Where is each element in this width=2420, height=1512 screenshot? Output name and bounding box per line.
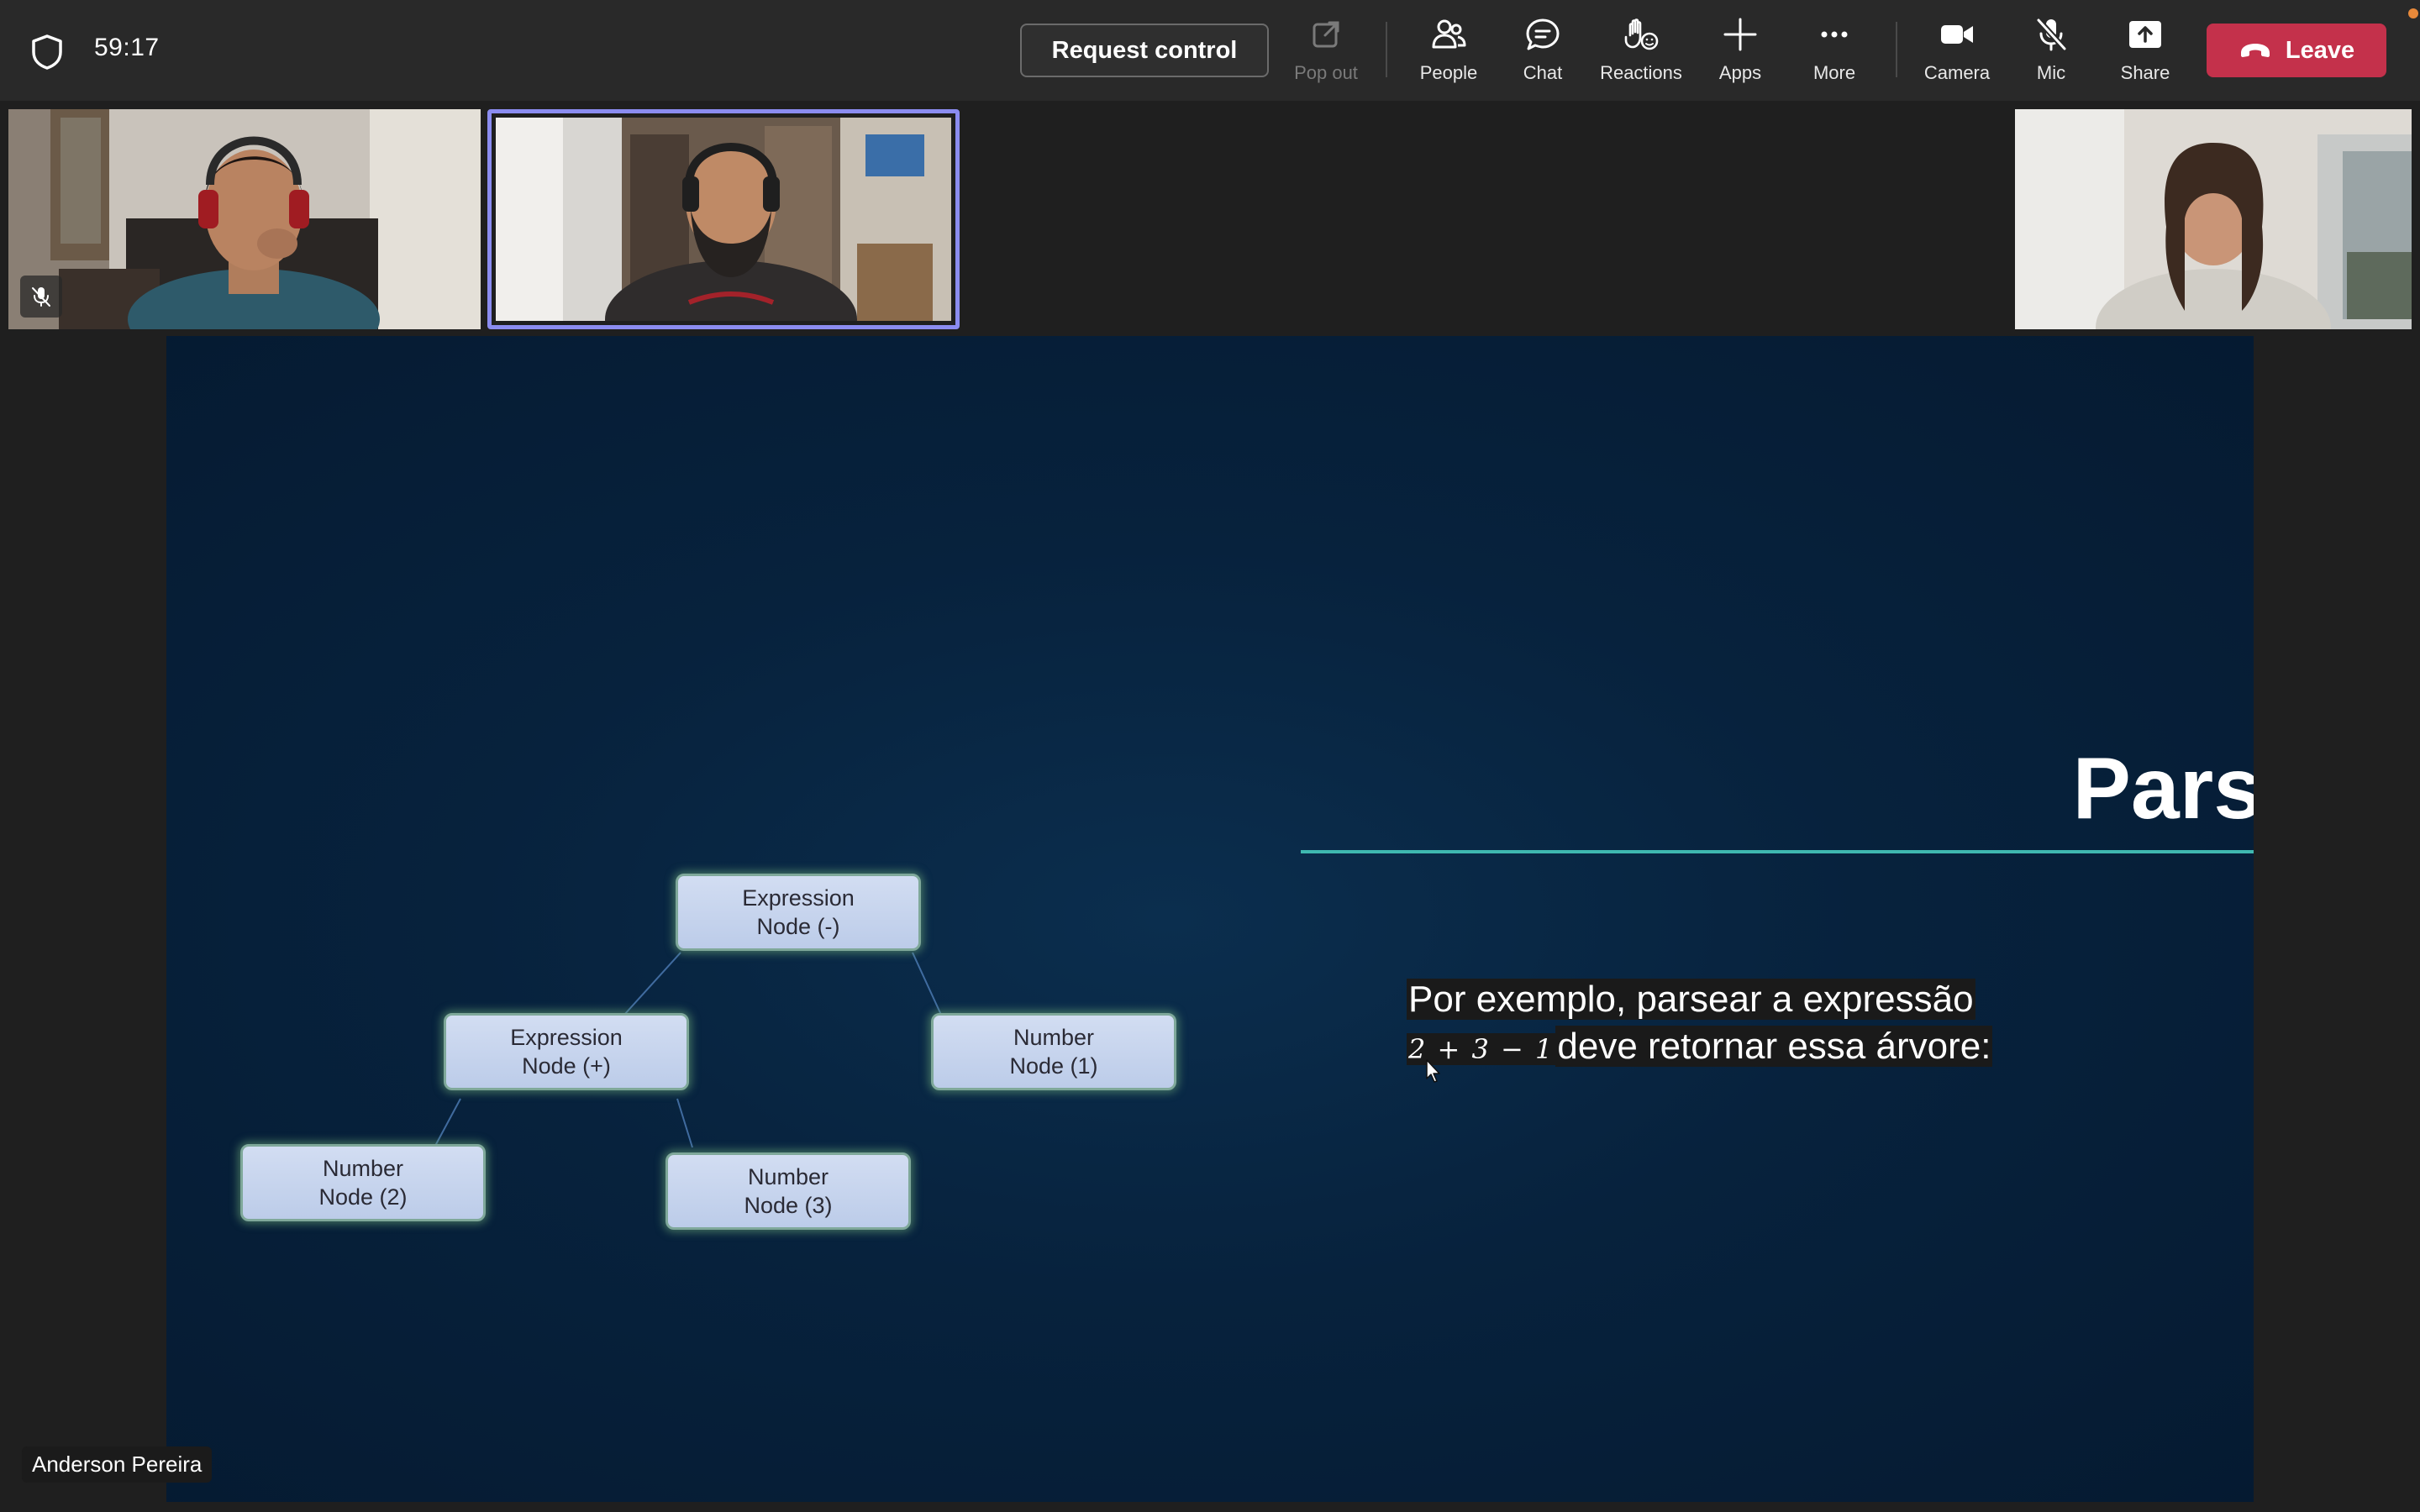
chat-label: Chat	[1523, 62, 1563, 83]
chat-button[interactable]: Chat	[1497, 15, 1589, 91]
participant-video-tile[interactable]	[8, 109, 481, 329]
share-icon	[2129, 21, 2161, 48]
participant-muted-badge	[20, 276, 62, 318]
more-button[interactable]: More	[1788, 15, 1881, 91]
more-icon	[1821, 31, 1848, 38]
mic-button[interactable]: Mic	[2005, 15, 2097, 91]
tree-node-number-2: Number Node (2)	[240, 1144, 486, 1221]
people-button[interactable]: People	[1402, 15, 1495, 91]
node-label: Expression	[742, 885, 855, 911]
node-sublabel: Node (3)	[744, 1193, 833, 1218]
people-icon	[1432, 19, 1466, 49]
toolbar-divider	[1386, 22, 1387, 77]
phone-hangup-icon	[2240, 44, 2270, 57]
node-label: Number	[322, 1156, 404, 1181]
shared-screen[interactable]: Parsing Por exemplo, parsear a expressão…	[166, 336, 2254, 1502]
tree-edges	[434, 952, 942, 1148]
active-speaker-highlight	[487, 109, 960, 329]
pop-out-icon	[1313, 21, 1339, 48]
presenter-name-tag: Anderson Pereira	[22, 1446, 213, 1483]
mic-label: Mic	[2036, 62, 2066, 83]
notification-dot	[2408, 8, 2418, 18]
node-sublabel: Node (1)	[1009, 1053, 1098, 1079]
reactions-icon	[1624, 18, 1659, 50]
tree-node-number-1: Number Node (1)	[931, 1013, 1176, 1090]
camera-button[interactable]: Camera	[1911, 15, 2003, 91]
participant-video-tile[interactable]	[2015, 109, 2412, 329]
tree-node-expression-plus: Expression Node (+)	[444, 1013, 689, 1090]
apps-icon	[1723, 18, 1757, 51]
node-label: Expression	[510, 1025, 623, 1050]
share-label: Share	[2120, 62, 2170, 83]
mic-off-icon	[2035, 17, 2068, 52]
node-sublabel: Node (+)	[522, 1053, 611, 1079]
meeting-timer: 59:17	[94, 34, 160, 61]
camera-icon	[1941, 25, 1973, 44]
people-label: People	[1419, 62, 1478, 83]
chat-icon	[1526, 18, 1560, 50]
reactions-button[interactable]: Reactions	[1595, 15, 1687, 91]
request-control-button[interactable]: Request control	[1020, 24, 1269, 77]
node-sublabel: Node (-)	[756, 914, 840, 939]
mic-off-icon	[32, 287, 50, 307]
shield-icon	[32, 34, 62, 70]
reactions-label: Reactions	[1600, 62, 1682, 83]
node-label: Number	[747, 1164, 829, 1189]
leave-button[interactable]: Leave	[2207, 24, 2386, 77]
tree-node-expression-minus: Expression Node (-)	[676, 874, 921, 951]
pop-out-label: Pop out	[1294, 62, 1358, 83]
tree-node-number-3: Number Node (3)	[666, 1152, 911, 1230]
participant-video	[2015, 109, 2412, 329]
pop-out-button[interactable]: Pop out	[1280, 15, 1372, 91]
meeting-toolbar: 59:17 Request control Pop out People Cha…	[0, 0, 2420, 101]
mouse-cursor-icon	[1426, 1059, 1440, 1083]
camera-label: Camera	[1923, 62, 1991, 83]
participant-video	[8, 109, 481, 329]
share-button[interactable]: Share	[2099, 15, 2191, 91]
node-label: Number	[1013, 1025, 1095, 1050]
more-label: More	[1812, 62, 1856, 83]
toolbar-divider	[1896, 22, 1897, 77]
apps-label: Apps	[1718, 62, 1762, 83]
leave-label: Leave	[2285, 36, 2355, 64]
node-sublabel: Node (2)	[318, 1184, 408, 1210]
apps-button[interactable]: Apps	[1694, 15, 1786, 91]
